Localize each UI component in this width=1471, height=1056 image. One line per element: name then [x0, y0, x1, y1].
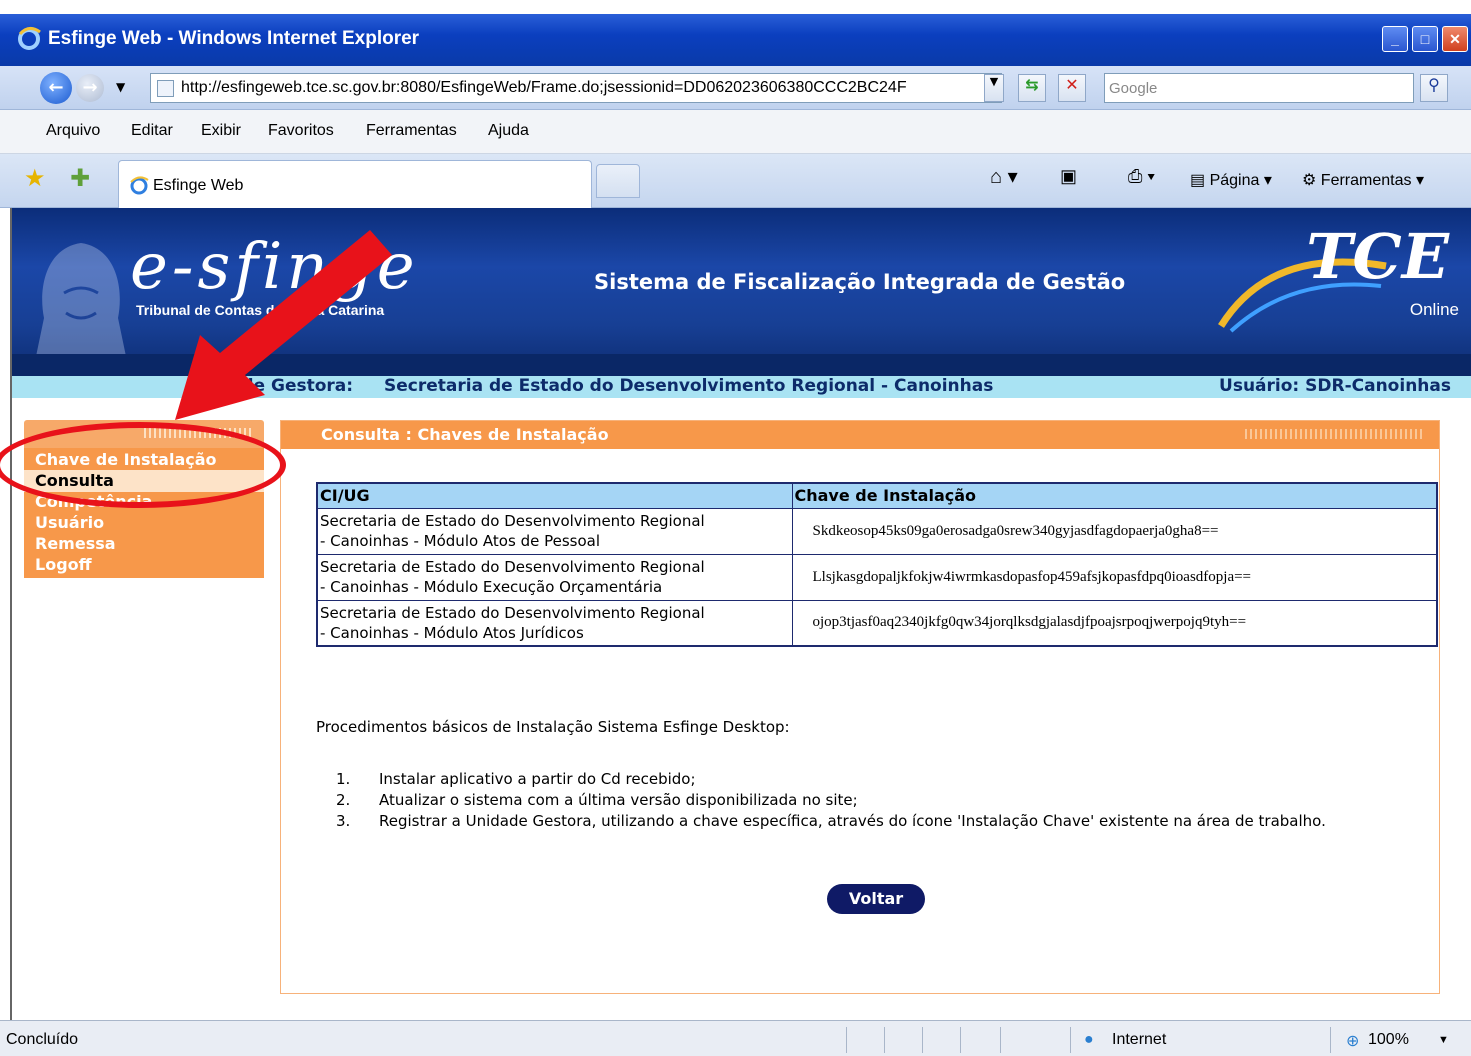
- user-label: Usuário: SDR-Canoinhas: [1219, 376, 1451, 396]
- ie-logo-icon: [18, 27, 41, 50]
- table-row: Secretaria de Estado do Desenvolvimento …: [316, 553, 1438, 601]
- zoom-dropdown-icon[interactable]: ▼: [1438, 1034, 1449, 1046]
- procedures-title: Procedimentos básicos de Instalação Sist…: [316, 718, 790, 736]
- procedures-list: 1. Instalar aplicativo a partir do Cd rec…: [316, 769, 1436, 832]
- window-title: Esfinge Web - Windows Internet Explorer: [48, 28, 420, 49]
- column-header-ciug: CI/UG: [316, 482, 793, 509]
- list-item: 1. Instalar aplicativo a partir do Cd rec…: [316, 769, 1436, 790]
- page-menu[interactable]: ▤ Página ▾: [1190, 170, 1272, 190]
- ug-line1: Secretaria de Estado do Desenvolvimento …: [320, 558, 705, 576]
- tce-logo: TCE: [1306, 220, 1449, 293]
- ug-line1: Secretaria de Estado do Desenvolvimento …: [320, 512, 705, 530]
- window-titlebar: Esfinge Web - Windows Internet Explorer …: [0, 14, 1471, 66]
- menu-editar[interactable]: Editar: [131, 122, 173, 140]
- menu-arquivo[interactable]: Arquivo: [46, 122, 100, 140]
- status-separator: [960, 1027, 961, 1053]
- forward-button[interactable]: →: [76, 74, 104, 102]
- menu-ajuda[interactable]: Ajuda: [488, 122, 529, 140]
- table-header-row: CI/UG Chave de Instalação: [316, 482, 1438, 509]
- status-separator: [846, 1027, 847, 1053]
- annotation-arrow-icon: [175, 230, 392, 420]
- ug-line2: - Canoinhas - Módulo Execução Orçamentár…: [320, 578, 663, 596]
- sphinx-logo-icon: [34, 243, 128, 366]
- keys-table: CI/UG Chave de Instalação Secretaria de …: [316, 482, 1438, 647]
- feeds-icon[interactable]: ▣: [1060, 166, 1077, 187]
- sidebar-item-remessa[interactable]: Remessa: [35, 534, 116, 553]
- table-row: Secretaria de Estado do Desenvolvimento …: [316, 507, 1438, 555]
- menu-favoritos[interactable]: Favoritos: [268, 122, 334, 140]
- stop-icon[interactable]: ✕: [1058, 74, 1086, 102]
- tab-esfinge-web[interactable]: Esfinge Web: [118, 160, 592, 208]
- list-item: 2. Atualizar o sistema com a última versã…: [316, 790, 1436, 811]
- url-text: http://esfingeweb.tce.sc.gov.br:8080/Esf…: [181, 79, 907, 96]
- ug-line2: - Canoinhas - Módulo Atos de Pessoal: [320, 532, 600, 550]
- back-button[interactable]: ←: [40, 72, 72, 104]
- tab-label: Esfinge Web: [153, 177, 244, 194]
- zoom-level[interactable]: 100%: [1368, 1031, 1409, 1049]
- step-text: Registrar a Unidade Gestora, utilizando …: [379, 812, 1326, 830]
- status-bar: Concluído ● Internet ⊕ 100% ▼: [0, 1020, 1471, 1056]
- table-row: Secretaria de Estado do Desenvolvimento …: [316, 599, 1438, 647]
- print-icon[interactable]: ⎙ ▾: [1128, 166, 1155, 187]
- key-cell: Llsjkasgdopaljkfokjw4iwrmkasdopasfop459a…: [791, 553, 1438, 601]
- page-menu-label: Página: [1209, 172, 1260, 189]
- ug-cell: Secretaria de Estado do Desenvolvimento …: [316, 599, 793, 647]
- address-toolbar: ← → ▼ http://esfingeweb.tce.sc.gov.br:80…: [0, 66, 1471, 110]
- tce-online-label: Online: [1409, 300, 1459, 319]
- menu-ferramentas[interactable]: Ferramentas: [366, 122, 457, 140]
- tab-ie-icon: [130, 176, 149, 195]
- ug-value: Secretaria de Estado do Desenvolvimento …: [384, 376, 994, 396]
- home-icon[interactable]: ⌂ ▾: [990, 164, 1018, 189]
- step-text: Instalar aplicativo a partir do Cd receb…: [379, 770, 696, 788]
- status-separator: [922, 1027, 923, 1053]
- internet-zone-label: Internet: [1112, 1031, 1167, 1048]
- step-text: Atualizar o sistema com a última versão …: [379, 791, 858, 809]
- column-header-chave: Chave de Instalação: [791, 482, 1438, 509]
- menu-bar: Arquivo Editar Exibir Favoritos Ferramen…: [0, 110, 1471, 154]
- status-separator: [884, 1027, 885, 1053]
- internet-zone-icon: ●: [1084, 1031, 1094, 1048]
- key-cell: ojop3tjasf0aq2340jkfg0qw34jorqlksdgjalas…: [791, 599, 1438, 647]
- step-number: 1.: [336, 770, 351, 788]
- menu-exibir[interactable]: Exibir: [201, 122, 241, 140]
- maximize-button[interactable]: □: [1412, 26, 1438, 52]
- favorites-star-icon[interactable]: ★: [24, 164, 46, 192]
- panel-header-dots: [1245, 429, 1425, 439]
- url-dropdown-icon[interactable]: ▼: [984, 74, 1004, 102]
- system-title: Sistema de Fiscalização Integrada de Ges…: [594, 270, 1126, 294]
- voltar-button[interactable]: Voltar: [827, 884, 925, 914]
- status-text: Concluído: [6, 1031, 79, 1048]
- tools-menu-label: Ferramentas: [1320, 172, 1412, 189]
- annotation-ellipse: [0, 422, 286, 508]
- step-number: 2.: [336, 791, 351, 809]
- close-button[interactable]: ✕: [1442, 26, 1468, 52]
- ug-line2: - Canoinhas - Módulo Atos Jurídicos: [320, 623, 584, 642]
- step-number: 3.: [336, 812, 351, 830]
- ug-cell: Secretaria de Estado do Desenvolvimento …: [316, 507, 793, 555]
- url-input[interactable]: http://esfingeweb.tce.sc.gov.br:8080/Esf…: [150, 73, 1002, 103]
- ug-cell: Secretaria de Estado do Desenvolvimento …: [316, 553, 793, 601]
- minimize-button[interactable]: _: [1382, 26, 1408, 52]
- status-separator: [1000, 1027, 1001, 1053]
- sidebar-item-logoff[interactable]: Logoff: [35, 555, 92, 574]
- search-input[interactable]: Google: [1104, 73, 1414, 103]
- status-separator: [1070, 1027, 1071, 1053]
- zoom-icon[interactable]: ⊕: [1346, 1031, 1359, 1051]
- content-panel: Consulta : Chaves de Instalação CI/UG Ch…: [280, 420, 1440, 994]
- sidebar-item-usuario[interactable]: Usuário: [35, 513, 104, 532]
- key-cell: Skdkeosop45ks09ga0erosadga0srew340gyjasd…: [791, 507, 1438, 555]
- new-tab-button[interactable]: [596, 164, 640, 198]
- panel-header: Consulta : Chaves de Instalação: [281, 421, 1439, 449]
- add-favorites-icon[interactable]: ✚: [70, 164, 90, 192]
- panel-title: Consulta : Chaves de Instalação: [321, 425, 609, 444]
- refresh-icon[interactable]: ⇆: [1018, 74, 1046, 102]
- tools-menu[interactable]: ⚙ Ferramentas ▾: [1302, 170, 1424, 190]
- tab-bar: ★ ✚ Esfinge Web ⌂ ▾ ▣ ⎙ ▾ ▤ Página ▾ ⚙ F…: [0, 154, 1471, 208]
- history-dropdown-icon[interactable]: ▼: [116, 80, 125, 94]
- ug-line1: Secretaria de Estado do Desenvolvimento …: [320, 603, 705, 622]
- search-icon[interactable]: ⚲: [1420, 74, 1448, 102]
- page-icon: [157, 80, 174, 97]
- list-item: 3. Registrar a Unidade Gestora, utilizand…: [316, 811, 1436, 832]
- status-separator: [1330, 1027, 1331, 1053]
